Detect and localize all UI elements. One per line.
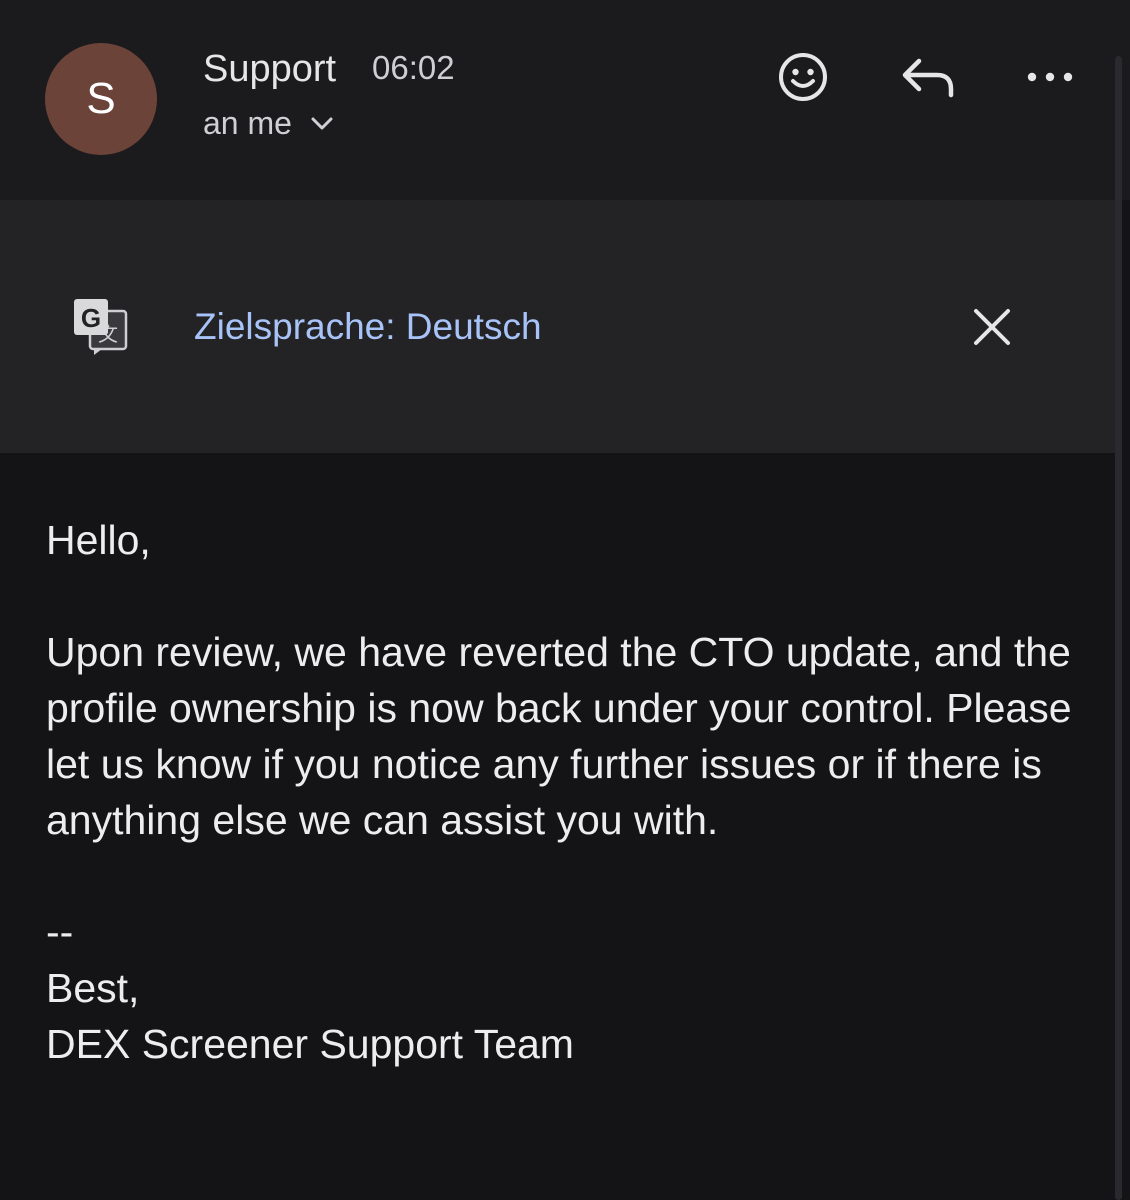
- email-paragraph: Upon review, we have reverted the CTO up…: [46, 629, 1072, 843]
- chevron-down-icon: [311, 117, 333, 130]
- close-translate-button[interactable]: [964, 299, 1020, 355]
- emoji-icon: [779, 53, 827, 101]
- more-icon: [1027, 72, 1073, 82]
- email-body: Hello, Upon review, we have reverted the…: [46, 512, 1096, 1072]
- target-language-link[interactable]: Zielsprache: Deutsch: [194, 304, 542, 350]
- email-greeting: Hello,: [46, 517, 151, 563]
- signature-separator: --: [46, 909, 74, 955]
- translate-banner: 文 G Zielsprache: Deutsch: [0, 200, 1118, 453]
- email-signature: DEX Screener Support Team: [46, 1021, 574, 1067]
- google-translate-icon: 文 G: [74, 299, 128, 355]
- avatar-letter: S: [86, 74, 116, 123]
- email-closing: Best,: [46, 965, 140, 1011]
- sender-name[interactable]: Support: [203, 46, 336, 92]
- emoji-reaction-button[interactable]: [773, 47, 833, 107]
- recipient-toggle[interactable]: an me: [203, 101, 336, 145]
- svg-text:G: G: [81, 303, 101, 333]
- scrollbar[interactable]: [1115, 56, 1122, 1200]
- more-options-button[interactable]: [1020, 47, 1080, 107]
- reply-button[interactable]: [898, 47, 958, 107]
- sender-avatar[interactable]: S: [45, 43, 157, 155]
- close-icon: [974, 309, 1010, 345]
- recipient-label: an me: [203, 105, 292, 141]
- email-header: S Support 06:02 an me: [0, 0, 1130, 200]
- reply-icon: [902, 58, 954, 98]
- email-time: 06:02: [372, 49, 455, 86]
